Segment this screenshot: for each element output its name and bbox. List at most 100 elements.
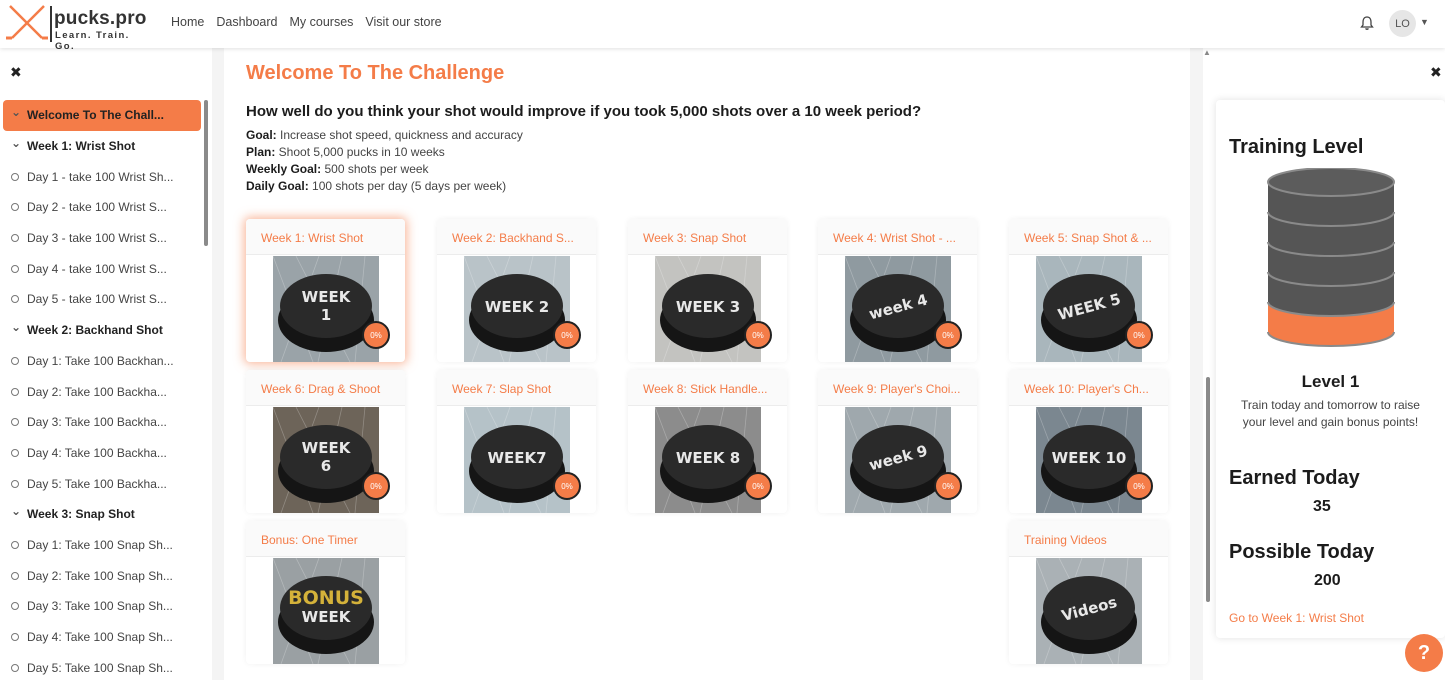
puck-image[interactable]: WEEK7	[464, 407, 570, 513]
main-content: Welcome To The Challenge How well do you…	[224, 48, 1190, 680]
sidebar-day-item[interactable]: Day 1: Take 100 Snap Sh...	[3, 530, 201, 561]
nav-dashboard[interactable]: Dashboard	[216, 15, 277, 29]
sidebar-item-label: Day 3 - take 100 Wrist S...	[27, 231, 167, 246]
earned-today-value: 35	[1313, 498, 1331, 515]
goal-value: 500 shots per week	[321, 162, 429, 176]
sidebar-day-item[interactable]: Day 4 - take 100 Wrist S...	[3, 253, 201, 284]
week-card-title[interactable]: Week 5: Snap Shot & ...	[1009, 219, 1168, 255]
week-card[interactable]: Week 9: Player's Choi... week 9 0%	[818, 370, 977, 513]
week-card[interactable]: Week 10: Player's Ch... WEEK 10 0%	[1009, 370, 1168, 513]
sidebar-item-label: Day 5: Take 100 Backha...	[27, 476, 167, 491]
sidebar-section[interactable]: ⌄ Week 1: Wrist Shot	[3, 131, 201, 162]
sidebar-day-item[interactable]: Day 1 - take 100 Wrist Sh...	[3, 161, 201, 192]
week-card-title[interactable]: Week 6: Drag & Shoot	[246, 370, 405, 406]
sidebar-day-item[interactable]: Day 4: Take 100 Backha...	[3, 438, 201, 469]
avatar[interactable]: LO	[1389, 10, 1416, 37]
circle-icon	[11, 540, 19, 549]
sidebar-day-item[interactable]: Day 2: Take 100 Backha...	[3, 376, 201, 407]
nav-my-courses[interactable]: My courses	[290, 15, 354, 29]
puck-image[interactable]: WEEK 1	[273, 256, 379, 362]
puck-image[interactable]: week 4	[845, 256, 951, 362]
training-level-title: Training Level	[1229, 136, 1364, 158]
week-card[interactable]: Bonus: One Timer BONUS WEEK	[246, 521, 405, 664]
sidebar-item-label: Day 5 - take 100 Wrist S...	[27, 292, 167, 307]
sidebar-item-label: Day 4 - take 100 Wrist S...	[27, 261, 167, 276]
week-card[interactable]: Week 2: Backhand S... WEEK 2 0%	[437, 219, 596, 362]
sidebar-day-item[interactable]: Day 3 - take 100 Wrist S...	[3, 223, 201, 254]
nav-store[interactable]: Visit our store	[365, 15, 441, 29]
bell-icon[interactable]	[1359, 15, 1375, 31]
week-card[interactable]: Week 3: Snap Shot WEEK 3 0%	[628, 219, 787, 362]
week-card[interactable]: Week 4: Wrist Shot - ... week 4 0%	[818, 219, 977, 362]
sidebar-day-item[interactable]: Day 1: Take 100 Backhan...	[3, 346, 201, 377]
sidebar-day-item[interactable]: Day 5 - take 100 Wrist S...	[3, 284, 201, 315]
possible-today-label: Possible Today	[1229, 541, 1375, 563]
week-card-title[interactable]: Week 9: Player's Choi...	[818, 370, 977, 406]
sidebar-section[interactable]: ⌄ Week 3: Snap Shot	[3, 499, 201, 530]
sidebar-day-item[interactable]: Day 2: Take 100 Snap Sh...	[3, 560, 201, 591]
sidebar-day-item[interactable]: Day 2 - take 100 Wrist S...	[3, 192, 201, 223]
progress-badge: 0%	[934, 472, 962, 500]
puck-label: WEEK	[302, 608, 352, 626]
week-card[interactable]: Week 6: Drag & Shoot WEEK 6 0%	[246, 370, 405, 513]
puck-label: WEEK 2	[485, 298, 549, 316]
puck-label: WEEK 8	[676, 449, 740, 467]
progress-badge: 0%	[553, 472, 581, 500]
puck-image[interactable]: WEEK 8	[655, 407, 761, 513]
puck-image[interactable]: BONUS WEEK	[273, 558, 379, 664]
help-button[interactable]: ?	[1405, 634, 1443, 672]
nav-home[interactable]: Home	[171, 15, 204, 29]
circle-icon	[11, 448, 19, 457]
week-card[interactable]: Training Videos Videos	[1009, 521, 1168, 664]
sidebar-day-item[interactable]: Day 5: Take 100 Snap Sh...	[3, 652, 201, 680]
chevron-down-icon: ⌄	[11, 320, 22, 335]
sidebar-section[interactable]: ⌄ Week 2: Backhand Shot	[3, 315, 201, 346]
go-to-week-link[interactable]: Go to Week 1: Wrist Shot	[1229, 611, 1364, 625]
course-index-list: ⌄ Welcome To The Chall... ⌄ Week 1: Wrist S…	[3, 100, 201, 680]
close-icon[interactable]: ✖	[10, 64, 22, 81]
sidebar-item-label: Day 5: Take 100 Snap Sh...	[27, 660, 173, 675]
logo[interactable]: pucks.pro Learn. Train. Go.	[6, 4, 151, 52]
week-card-title[interactable]: Week 2: Backhand S...	[437, 219, 596, 255]
progress-badge: 0%	[362, 472, 390, 500]
week-card-title[interactable]: Week 4: Wrist Shot - ...	[818, 219, 977, 255]
week-card[interactable]: Week 1: Wrist Shot WEEK 1 0%	[246, 219, 405, 362]
goal-key: Daily Goal:	[246, 179, 309, 193]
puck-image[interactable]: WEEK 6	[273, 407, 379, 513]
sidebar-item-label: Week 1: Wrist Shot	[27, 139, 136, 154]
week-card-title[interactable]: Training Videos	[1009, 521, 1168, 557]
circle-icon	[11, 264, 19, 273]
week-card-title[interactable]: Week 1: Wrist Shot	[246, 219, 405, 255]
chevron-down-icon[interactable]: ▼	[1420, 17, 1429, 27]
puck-image[interactable]: WEEK 10	[1036, 407, 1142, 513]
chevron-up-icon[interactable]: ▲	[1203, 48, 1211, 57]
week-card-title[interactable]: Week 3: Snap Shot	[628, 219, 787, 255]
week-card-title[interactable]: Bonus: One Timer	[246, 521, 405, 557]
puck-image[interactable]: week 9	[845, 407, 951, 513]
drawer-scrollbar[interactable]	[1206, 377, 1210, 602]
week-card-title[interactable]: Week 10: Player's Ch...	[1009, 370, 1168, 406]
training-level-card: Training Level Level 1 Train today and t…	[1216, 100, 1445, 638]
sidebar-day-item[interactable]: Day 4: Take 100 Snap Sh...	[3, 622, 201, 653]
sidebar-day-item[interactable]: Day 5: Take 100 Backha...	[3, 468, 201, 499]
close-icon[interactable]: ✖	[1430, 64, 1442, 81]
sidebar-scrollbar[interactable]	[204, 100, 208, 246]
sidebar-day-item[interactable]: Day 3: Take 100 Snap Sh...	[3, 591, 201, 622]
week-card-title[interactable]: Week 8: Stick Handle...	[628, 370, 787, 406]
puck-image[interactable]: WEEK 2	[464, 256, 570, 362]
sidebar-item-label: Welcome To The Chall...	[27, 108, 164, 123]
sidebar-item-active[interactable]: ⌄ Welcome To The Chall...	[3, 100, 201, 131]
puck-image[interactable]: Videos	[1036, 558, 1142, 664]
sidebar-day-item[interactable]: Day 3: Take 100 Backha...	[3, 407, 201, 438]
week-card[interactable]: Week 8: Stick Handle... WEEK 8 0%	[628, 370, 787, 513]
week-card-title[interactable]: Week 7: Slap Shot	[437, 370, 596, 406]
week-card[interactable]: Week 5: Snap Shot & ... WEEK 5 0%	[1009, 219, 1168, 362]
progress-badge: 0%	[744, 321, 772, 349]
goal-row: Plan: Shoot 5,000 pucks in 10 weeks	[246, 144, 523, 161]
goal-row: Daily Goal: 100 shots per day (5 days pe…	[246, 178, 523, 195]
progress-badge: 0%	[1125, 321, 1153, 349]
goal-value: 100 shots per day (5 days per week)	[308, 179, 507, 193]
puck-image[interactable]: WEEK 5	[1036, 256, 1142, 362]
puck-image[interactable]: WEEK 3	[655, 256, 761, 362]
week-card[interactable]: Week 7: Slap Shot WEEK7 0%	[437, 370, 596, 513]
